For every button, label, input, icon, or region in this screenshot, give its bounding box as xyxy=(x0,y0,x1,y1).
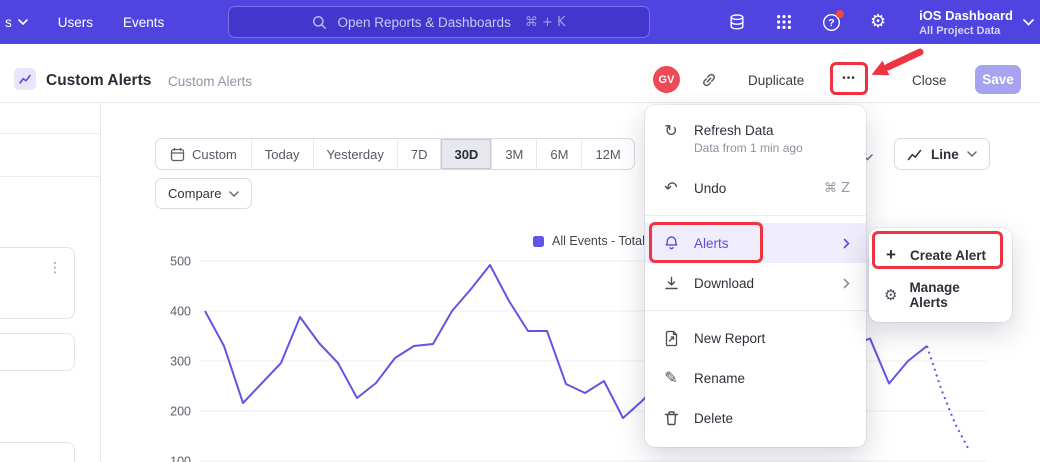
range-30d[interactable]: 30D xyxy=(440,139,491,169)
chevron-down-icon xyxy=(967,151,977,157)
menu-divider xyxy=(645,310,866,311)
more-actions-button[interactable]: ••• xyxy=(830,62,868,95)
chevron-right-icon xyxy=(843,238,850,249)
menu-item-label: Alerts xyxy=(694,236,729,251)
range-12m[interactable]: 12M xyxy=(581,139,633,169)
search-shortcut: ⌘ + K xyxy=(525,15,566,30)
pencil-icon: ✎ xyxy=(661,370,681,386)
new-report-icon xyxy=(661,330,681,347)
apps-grid-icon[interactable] xyxy=(774,12,794,32)
range-today[interactable]: Today xyxy=(251,139,313,169)
search-icon xyxy=(312,15,327,30)
svg-text:?: ? xyxy=(828,17,834,29)
legend-label: All Events - Total xyxy=(552,234,645,248)
close-button[interactable]: Close xyxy=(912,73,947,88)
undo-icon: ↶ xyxy=(661,180,681,196)
avatar[interactable]: GV xyxy=(653,66,680,93)
gear-icon: ⚙ xyxy=(883,286,898,304)
sidebar-divider xyxy=(0,176,100,177)
menu-item-delete[interactable]: Delete xyxy=(645,398,866,438)
menu-item-label: Delete xyxy=(694,411,733,426)
menu-item-new-report[interactable]: New Report xyxy=(645,318,866,358)
board-icon xyxy=(14,68,36,95)
range-custom[interactable]: Custom xyxy=(156,139,251,169)
menu-item-sublabel: Data from 1 min ago xyxy=(694,141,803,155)
line-chart-icon xyxy=(907,148,923,161)
date-range-control: Custom Today Yesterday 7D 30D 3M 6M 12M xyxy=(155,138,635,170)
search-placeholder: Open Reports & Dashboards xyxy=(337,15,510,30)
save-button[interactable]: Save xyxy=(975,65,1021,94)
nav-item-boards-partial[interactable]: s xyxy=(5,15,28,30)
copy-link-icon[interactable] xyxy=(700,71,718,94)
bell-icon xyxy=(661,235,681,252)
legend-swatch xyxy=(533,236,544,247)
project-scope: All Project Data xyxy=(919,25,1013,37)
sidebar-card[interactable] xyxy=(0,442,75,462)
nav-item-users[interactable]: Users xyxy=(58,15,93,30)
card-menu-icon[interactable]: ⋮ xyxy=(48,260,62,276)
chevron-right-icon xyxy=(843,278,850,289)
menu-item-refresh-data[interactable]: ↻ Refresh Data Data from 1 min ago xyxy=(645,114,866,168)
svg-text:200: 200 xyxy=(170,405,191,419)
range-3m[interactable]: 3M xyxy=(491,139,536,169)
more-actions-menu: ↻ Refresh Data Data from 1 min ago ↶ Und… xyxy=(645,105,866,447)
notification-dot xyxy=(836,10,844,18)
chart-type-label: Line xyxy=(931,147,959,162)
trash-icon xyxy=(661,410,681,427)
duplicate-button[interactable]: Duplicate xyxy=(748,73,804,88)
nav-partial-label: s xyxy=(5,15,12,30)
report-header: Custom Alerts Custom Alerts GV Duplicate… xyxy=(0,44,1040,103)
chevron-down-icon xyxy=(1023,19,1034,26)
menu-item-rename[interactable]: ✎ Rename xyxy=(645,358,866,398)
menu-item-alerts[interactable]: Alerts xyxy=(645,223,866,263)
alerts-submenu: + Create Alert ⚙ Manage Alerts xyxy=(869,228,1012,322)
top-navigation-bar: s Users Events Open Reports & Dashboards… xyxy=(0,0,1040,44)
board-sidebar: ⋮ xyxy=(0,102,101,462)
sidebar-divider xyxy=(0,133,100,134)
svg-text:300: 300 xyxy=(170,355,191,369)
project-name: iOS Dashboard xyxy=(919,8,1013,23)
download-icon xyxy=(661,275,681,292)
svg-text:400: 400 xyxy=(170,305,191,319)
compare-button[interactable]: Compare xyxy=(155,178,252,209)
svg-text:100: 100 xyxy=(170,455,191,462)
plus-icon: + xyxy=(883,245,899,265)
range-6m[interactable]: 6M xyxy=(536,139,581,169)
page-title: Custom Alerts xyxy=(46,72,151,90)
global-search-input[interactable]: Open Reports & Dashboards ⌘ + K xyxy=(228,6,650,38)
sidebar-card[interactable]: ⋮ xyxy=(0,247,75,319)
refresh-icon: ↻ xyxy=(661,123,681,139)
nav-item-events[interactable]: Events xyxy=(123,15,164,30)
data-management-icon[interactable] xyxy=(727,12,747,32)
submenu-item-manage-alerts[interactable]: ⚙ Manage Alerts xyxy=(869,275,1012,315)
chart-type-button[interactable]: Line xyxy=(894,138,990,170)
compare-label: Compare xyxy=(168,186,221,201)
topbar-right-cluster: ? ⚙ iOS Dashboard All Project Data xyxy=(727,0,1034,44)
menu-item-label: Rename xyxy=(694,371,745,386)
range-7d[interactable]: 7D xyxy=(397,139,441,169)
submenu-item-label: Create Alert xyxy=(910,248,986,263)
undo-shortcut: ⌘ Z xyxy=(824,181,850,196)
chart-legend[interactable]: All Events - Total xyxy=(533,234,645,248)
calendar-icon xyxy=(170,147,185,162)
range-label: Custom xyxy=(192,147,237,162)
menu-item-label: New Report xyxy=(694,331,765,346)
settings-gear-icon[interactable]: ⚙ xyxy=(868,12,888,32)
chevron-down-icon xyxy=(229,191,239,197)
menu-item-label: Refresh Data xyxy=(694,123,803,138)
submenu-item-label: Manage Alerts xyxy=(909,280,998,310)
chevron-down-icon xyxy=(18,19,28,25)
menu-item-download[interactable]: Download xyxy=(645,263,866,303)
submenu-item-create-alert[interactable]: + Create Alert xyxy=(869,235,1012,275)
help-icon[interactable]: ? xyxy=(821,12,841,32)
range-yesterday[interactable]: Yesterday xyxy=(313,139,397,169)
menu-item-label: Download xyxy=(694,276,754,291)
menu-divider xyxy=(645,215,866,216)
sidebar-card[interactable] xyxy=(0,333,75,371)
menu-item-undo[interactable]: ↶ Undo ⌘ Z xyxy=(645,168,866,208)
breadcrumb[interactable]: Custom Alerts xyxy=(168,74,252,89)
svg-text:500: 500 xyxy=(170,255,191,269)
menu-item-label: Undo xyxy=(694,181,726,196)
project-selector[interactable]: iOS Dashboard All Project Data xyxy=(919,8,1034,37)
